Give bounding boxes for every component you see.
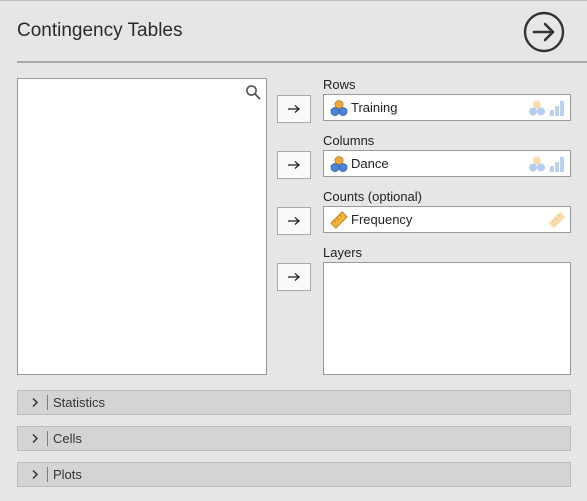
assign-rows-button[interactable] (277, 95, 311, 123)
statistics-section-header[interactable]: Statistics (17, 390, 571, 415)
assign-columns-button[interactable] (277, 151, 311, 179)
section-divider (47, 431, 48, 446)
search-icon[interactable] (245, 84, 261, 100)
run-analysis-button[interactable] (523, 11, 565, 53)
columns-variable-value[interactable]: Dance (351, 156, 389, 171)
plots-section-label: Plots (53, 467, 82, 482)
chevron-right-icon (32, 433, 39, 444)
scale-variable-icon (330, 211, 348, 229)
nominal-variable-icon (330, 100, 348, 116)
chevron-right-icon (32, 397, 39, 408)
statistics-section-label: Statistics (53, 395, 106, 410)
header-divider (17, 61, 587, 63)
arrow-right-circle-icon (523, 11, 565, 53)
rows-field[interactable]: Training (323, 94, 571, 121)
ordinal-variable-icon (550, 157, 564, 172)
counts-allowed-types (548, 211, 566, 229)
ordinal-variable-icon (550, 101, 564, 116)
chevron-right-icon (32, 469, 39, 480)
scale-variable-icon (548, 211, 566, 229)
counts-label: Counts (optional) (323, 189, 422, 204)
arrow-right-icon (288, 105, 300, 113)
cells-section-header[interactable]: Cells (17, 426, 571, 451)
columns-label: Columns (323, 133, 375, 148)
counts-variable-value[interactable]: Frequency (351, 212, 412, 227)
layers-label: Layers (323, 245, 363, 260)
plots-section-header[interactable]: Plots (17, 462, 571, 487)
rows-allowed-types (528, 99, 566, 117)
counts-field[interactable]: Frequency (323, 206, 571, 233)
nominal-variable-icon (529, 156, 545, 172)
analysis-header: Contingency Tables (0, 0, 587, 62)
rows-label: Rows (323, 77, 356, 92)
arrow-right-icon (288, 161, 300, 169)
arrow-right-icon (288, 273, 300, 281)
columns-allowed-types (528, 155, 566, 173)
available-variables-list[interactable] (17, 78, 267, 375)
nominal-variable-icon (529, 100, 545, 116)
layers-field[interactable] (323, 262, 571, 375)
assign-counts-button[interactable] (277, 207, 311, 235)
nominal-variable-icon (330, 156, 348, 172)
section-divider (47, 395, 48, 410)
cells-section-label: Cells (53, 431, 82, 446)
arrow-right-icon (288, 217, 300, 225)
page-title: Contingency Tables (17, 20, 183, 41)
assign-layers-button[interactable] (277, 263, 311, 291)
columns-field[interactable]: Dance (323, 150, 571, 177)
rows-variable-value[interactable]: Training (351, 100, 397, 115)
section-divider (47, 467, 48, 482)
